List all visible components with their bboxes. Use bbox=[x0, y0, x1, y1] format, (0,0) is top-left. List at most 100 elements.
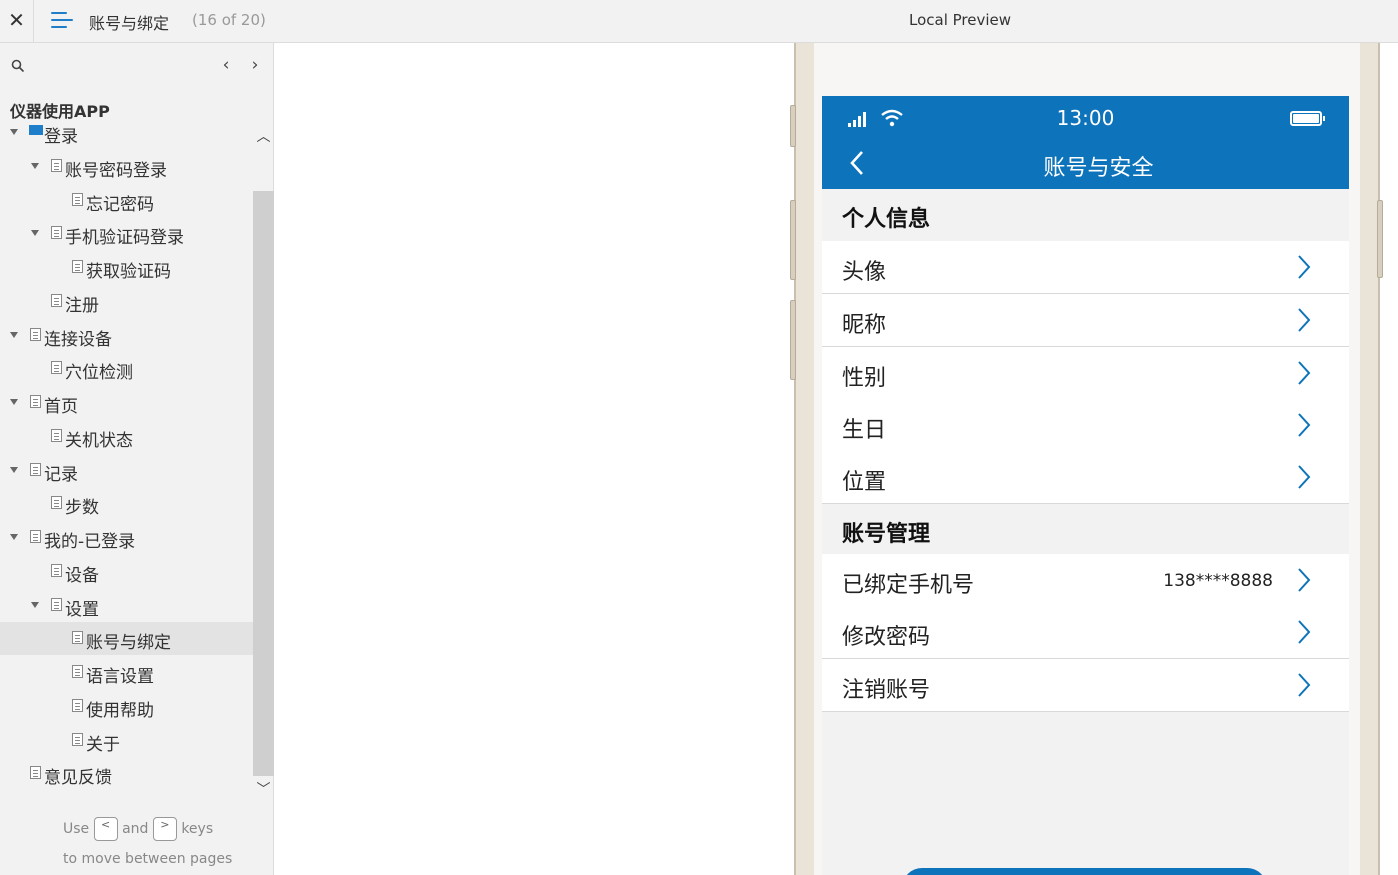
row-label: 昵称 bbox=[842, 313, 887, 338]
chevron-right-icon bbox=[1298, 255, 1311, 279]
key-next: > bbox=[152, 817, 177, 841]
settings-row-avatar[interactable]: 头像 bbox=[822, 241, 1349, 294]
sidebar-item[interactable]: 我的-已登录 bbox=[0, 521, 253, 554]
scrollbar[interactable] bbox=[253, 191, 274, 776]
page-icon bbox=[51, 429, 62, 442]
sidebar-item[interactable]: 记录 bbox=[0, 454, 253, 487]
sidebar-item[interactable]: 语言设置 bbox=[0, 656, 253, 689]
sidebar-item[interactable]: 穴位检测 bbox=[0, 352, 253, 385]
page-icon bbox=[72, 665, 83, 678]
section-title: 个人信息 bbox=[842, 207, 931, 232]
folder-icon bbox=[29, 125, 43, 135]
page-icon bbox=[30, 463, 41, 476]
sidebar-item[interactable]: 关机状态 bbox=[0, 420, 253, 453]
scroll-up-button[interactable]: ︿ bbox=[253, 126, 274, 146]
settings-row-location[interactable]: 位置 bbox=[822, 451, 1349, 504]
sidebar-item-label: 语言设置 bbox=[86, 667, 154, 687]
chevron-right-icon bbox=[1298, 413, 1311, 437]
page-icon bbox=[72, 260, 83, 273]
chevron-down-icon: ﹀ bbox=[256, 782, 271, 798]
nav-title: 账号与安全 bbox=[1043, 156, 1154, 181]
search-icon[interactable] bbox=[11, 59, 25, 73]
prev-page-button[interactable]: ‹ bbox=[218, 55, 234, 75]
row-label: 位置 bbox=[842, 470, 887, 495]
caret-down-icon[interactable] bbox=[31, 602, 39, 608]
sidebar-item[interactable]: 首页 bbox=[0, 386, 253, 419]
sidebar-item-label: 连接设备 bbox=[44, 330, 112, 350]
settings-row-change-password[interactable]: 修改密码 bbox=[822, 606, 1349, 659]
sidebar-item[interactable]: 连接设备 bbox=[0, 319, 253, 352]
caret-down-icon[interactable] bbox=[31, 163, 39, 169]
sidebar-item-label: 注册 bbox=[65, 296, 99, 316]
phone-side-button bbox=[1377, 200, 1383, 278]
page-icon bbox=[72, 193, 83, 206]
page-icon bbox=[51, 361, 62, 374]
chevron-right-icon bbox=[1298, 308, 1311, 332]
caret-down-icon[interactable] bbox=[10, 129, 18, 135]
sidebar-item-label: 关于 bbox=[86, 735, 120, 755]
sidebar-item[interactable]: 获取验证码 bbox=[0, 251, 253, 284]
close-icon: ✕ bbox=[8, 8, 25, 32]
sidebar-item-label: 首页 bbox=[44, 397, 78, 417]
sidebar-item-label: 账号与绑定 bbox=[86, 633, 171, 653]
page-title: 账号与绑定 bbox=[89, 14, 170, 33]
chevron-right-icon bbox=[1298, 465, 1311, 489]
sidebar-item[interactable]: 步数 bbox=[0, 487, 253, 520]
sidebar-item-label: 忘记密码 bbox=[86, 195, 154, 215]
page-icon bbox=[30, 328, 41, 341]
sidebar-item[interactable]: 关于 bbox=[0, 724, 253, 757]
page-icon bbox=[30, 530, 41, 543]
close-button[interactable]: ✕ bbox=[0, 0, 34, 42]
page-icon bbox=[51, 294, 62, 307]
caret-down-icon[interactable] bbox=[10, 534, 18, 540]
sidebar-item-label: 使用帮助 bbox=[86, 701, 154, 721]
page-icon bbox=[30, 766, 41, 779]
chevron-right-icon: › bbox=[251, 55, 259, 75]
caret-down-icon[interactable] bbox=[10, 399, 18, 405]
sidebar-item-label: 我的-已登录 bbox=[44, 532, 136, 552]
settings-row-gender[interactable]: 性别 bbox=[822, 347, 1349, 400]
page-icon bbox=[30, 395, 41, 408]
bottom-action-button[interactable] bbox=[902, 868, 1267, 875]
chevron-up-icon: ︿ bbox=[256, 129, 271, 145]
sidebar-item-label: 设置 bbox=[65, 600, 99, 620]
phone-side-button bbox=[790, 200, 796, 280]
phone-side-button bbox=[790, 105, 796, 147]
page-icon bbox=[51, 159, 62, 172]
chevron-left-icon: ‹ bbox=[222, 55, 230, 75]
sidebar-item-label: 关机状态 bbox=[65, 431, 133, 451]
caret-down-icon[interactable] bbox=[10, 332, 18, 338]
sidebar-item[interactable]: 设备 bbox=[0, 555, 253, 588]
status-time: 13:00 bbox=[1056, 106, 1115, 130]
sidebar-item[interactable]: 使用帮助 bbox=[0, 690, 253, 723]
sidebar-item[interactable]: 设置 bbox=[0, 589, 253, 622]
chevron-right-icon bbox=[1298, 620, 1311, 644]
sidebar-item[interactable]: 手机验证码登录 bbox=[0, 217, 253, 250]
sidebar-item[interactable]: 登录 bbox=[0, 116, 253, 149]
sidebar-item[interactable]: 意见反馈 bbox=[0, 757, 253, 786]
sidebar-item[interactable]: 忘记密码 bbox=[0, 184, 253, 217]
sidebar: ‹ › 仪器使用APP 登录 账号密码登录 忘记密码 手机验证码登录 获取验证码 注册 连接… bbox=[0, 43, 274, 875]
chevron-right-icon bbox=[1298, 673, 1311, 697]
menu-icon[interactable] bbox=[51, 10, 73, 32]
row-value: 138****8888 bbox=[1163, 571, 1273, 591]
sidebar-item-label: 获取验证码 bbox=[86, 262, 171, 282]
row-label: 性别 bbox=[842, 366, 887, 391]
sidebar-item[interactable]: 账号与绑定 bbox=[0, 622, 253, 655]
settings-row-birthday[interactable]: 生日 bbox=[822, 399, 1349, 452]
settings-row-bound-phone[interactable]: 已绑定手机号 138****8888 bbox=[822, 554, 1349, 607]
caret-down-icon[interactable] bbox=[10, 467, 18, 473]
row-label: 生日 bbox=[842, 418, 887, 443]
scroll-down-button[interactable]: ﹀ bbox=[253, 779, 274, 799]
sidebar-item-label: 设备 bbox=[65, 566, 99, 586]
section-title: 账号管理 bbox=[842, 522, 931, 547]
next-page-button[interactable]: › bbox=[247, 55, 263, 75]
row-label: 已绑定手机号 bbox=[842, 573, 975, 598]
sidebar-item-label: 步数 bbox=[65, 498, 99, 518]
settings-row-nickname[interactable]: 昵称 bbox=[822, 294, 1349, 347]
settings-row-delete-account[interactable]: 注销账号 bbox=[822, 659, 1349, 712]
sidebar-item[interactable]: 注册 bbox=[0, 285, 253, 318]
caret-down-icon[interactable] bbox=[31, 230, 39, 236]
page-icon bbox=[51, 496, 62, 509]
sidebar-item[interactable]: 账号密码登录 bbox=[0, 150, 253, 183]
